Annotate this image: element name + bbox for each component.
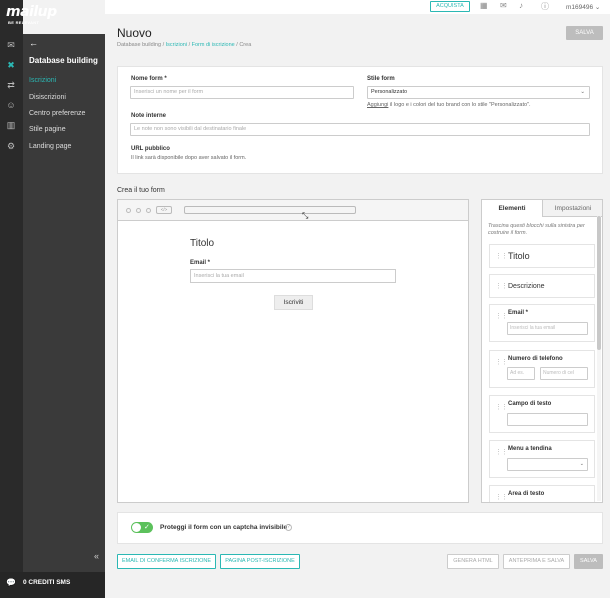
- confirm-email-button[interactable]: EMAIL DI CONFERMA ISCRIZIONE: [117, 554, 216, 569]
- inbox-icon[interactable]: ✉: [500, 1, 507, 10]
- block-text-field[interactable]: ⋮⋮ Campo di testo: [489, 395, 595, 433]
- form-canvas[interactable]: </> ⤡ Titolo Email * Inserisci la tua em…: [117, 199, 469, 503]
- sidebar-item-iscrizioni[interactable]: Iscrizioni: [29, 77, 56, 84]
- form-style-select[interactable]: Personalizzato ⌄: [367, 86, 590, 99]
- captcha-label: Proteggi il form con un captcha invisibi…: [160, 524, 288, 531]
- save-button[interactable]: SALVA: [566, 26, 603, 40]
- code-view-button[interactable]: </>: [156, 206, 172, 214]
- drag-handle-icon[interactable]: ⋮⋮: [495, 448, 508, 456]
- drag-handle-icon[interactable]: ⋮⋮: [495, 312, 508, 320]
- chat-icon: 💬: [6, 578, 16, 587]
- style-label: Stile form: [367, 76, 395, 82]
- calendar-icon[interactable]: ▦: [480, 1, 488, 10]
- drag-handle-icon[interactable]: ⋮⋮: [495, 493, 508, 501]
- breadcrumb: Database building / Iscrizioni / Form di…: [117, 42, 252, 48]
- resize-cursor-icon: ⤡: [302, 211, 309, 220]
- browser-bar: </> ⤡: [118, 200, 468, 221]
- builder-title: Crea il tuo form: [117, 187, 165, 194]
- tab-elementi[interactable]: Elementi: [482, 200, 542, 217]
- block-phone[interactable]: ⋮⋮ Numero di telefono Ad es. Numero di c…: [489, 350, 595, 388]
- help-icon[interactable]: ⓘ: [541, 1, 549, 12]
- drag-handle-icon[interactable]: ⋮⋮: [495, 358, 508, 366]
- drag-handle-icon[interactable]: ⋮⋮: [495, 252, 508, 260]
- sidebar-item-centro-preferenze[interactable]: Centro preferenze: [29, 110, 85, 117]
- form-name-input[interactable]: Inserisci un nome per il form: [130, 86, 354, 99]
- user-icon[interactable]: ☺: [4, 98, 18, 112]
- block-email[interactable]: ⋮⋮ Email * Inserisci la tua email: [489, 304, 595, 342]
- block-dropdown[interactable]: ⋮⋮ Menu a tendina ⌄: [489, 440, 595, 478]
- mail-icon[interactable]: ✉: [4, 38, 18, 52]
- footer-save-button[interactable]: SALVA: [574, 554, 603, 569]
- window-dot-icon: [136, 208, 141, 213]
- sidebar-item-landing-page[interactable]: Landing page: [29, 143, 71, 150]
- canvas-email-label[interactable]: Email *: [190, 260, 210, 266]
- bell-icon[interactable]: ♪: [519, 1, 523, 10]
- drag-handle-icon[interactable]: ⋮⋮: [495, 403, 508, 411]
- sidebar-item-disiscrizioni[interactable]: Disiscrizioni: [29, 94, 66, 101]
- chevron-down-icon: ⌄: [579, 461, 584, 467]
- tools-icon[interactable]: ✖: [4, 58, 18, 72]
- check-icon: ✓: [144, 524, 150, 531]
- window-dot-icon: [126, 208, 131, 213]
- window-dot-icon: [146, 208, 151, 213]
- user-menu[interactable]: m169496 ⌄: [566, 3, 600, 11]
- post-subscription-page-button[interactable]: PAGINA POST-ISCRIZIONE: [220, 554, 300, 569]
- public-url-label: URL pubblico: [131, 146, 170, 152]
- drag-handle-icon[interactable]: ⋮⋮: [495, 282, 508, 290]
- block-title[interactable]: ⋮⋮ Titolo: [489, 244, 595, 268]
- collapse-sidebar-icon[interactable]: «: [94, 551, 99, 561]
- canvas-email-input[interactable]: Inserisci la tua email: [190, 269, 396, 283]
- panel-scrollbar-thumb[interactable]: [597, 216, 601, 350]
- page-title: Nuovo: [117, 26, 152, 40]
- panel-description: Trascina questi blocchi sulla sinistra p…: [488, 223, 585, 236]
- sidebar-title: Database building: [29, 56, 98, 65]
- preview-url-bar: [184, 206, 356, 214]
- name-label: Nome form *: [131, 76, 167, 82]
- canvas-form-title[interactable]: Titolo: [190, 238, 214, 249]
- shuffle-icon[interactable]: ⇄: [4, 78, 18, 92]
- notes-label: Note interne: [131, 113, 167, 119]
- back-arrow-icon[interactable]: ←: [29, 38, 38, 48]
- gear-icon[interactable]: ⚙: [4, 139, 18, 153]
- preview-and-save-button[interactable]: ANTEPRIMA E SALVA: [503, 554, 570, 569]
- public-url-hint: Il link sarà disponibile dopo aver salva…: [131, 155, 247, 161]
- chevron-down-icon: ⌄: [580, 89, 585, 95]
- top-bar: ACQUISTA ▦ ✉ ♪ ⓘ m169496 ⌄: [105, 0, 610, 14]
- sms-credits[interactable]: 💬 0 CREDITI SMS: [0, 572, 105, 598]
- style-hint: Aggiungi il logo e i colori del tuo bran…: [367, 102, 531, 108]
- block-textarea[interactable]: ⋮⋮ Area di testo: [489, 485, 595, 502]
- elements-panel: Elementi Impostazioni Trascina questi bl…: [481, 199, 603, 503]
- internal-notes-input[interactable]: Le note non sono visibili dal destinatar…: [130, 123, 590, 136]
- acquista-button[interactable]: ACQUISTA: [430, 1, 470, 12]
- captcha-toggle[interactable]: ✓: [131, 522, 153, 533]
- chart-icon[interactable]: ▥: [4, 118, 18, 132]
- tab-impostazioni[interactable]: Impostazioni: [542, 200, 602, 217]
- sidebar-item-stile-pagine[interactable]: Stile pagine: [29, 126, 66, 133]
- main-nav-rail: ✉ ✖ ⇄ ☺ ▥ ⚙: [0, 0, 23, 598]
- section-sidebar: ← Database building Iscrizioni Disiscriz…: [23, 34, 105, 572]
- generate-html-button[interactable]: GENERA HTML: [447, 554, 499, 569]
- mailup-logo[interactable]: mailup BE RELEVANT: [6, 4, 68, 28]
- help-icon[interactable]: ?: [285, 524, 292, 531]
- canvas-submit-button[interactable]: Iscriviti: [274, 295, 313, 310]
- block-description[interactable]: ⋮⋮ Descrizione: [489, 274, 595, 298]
